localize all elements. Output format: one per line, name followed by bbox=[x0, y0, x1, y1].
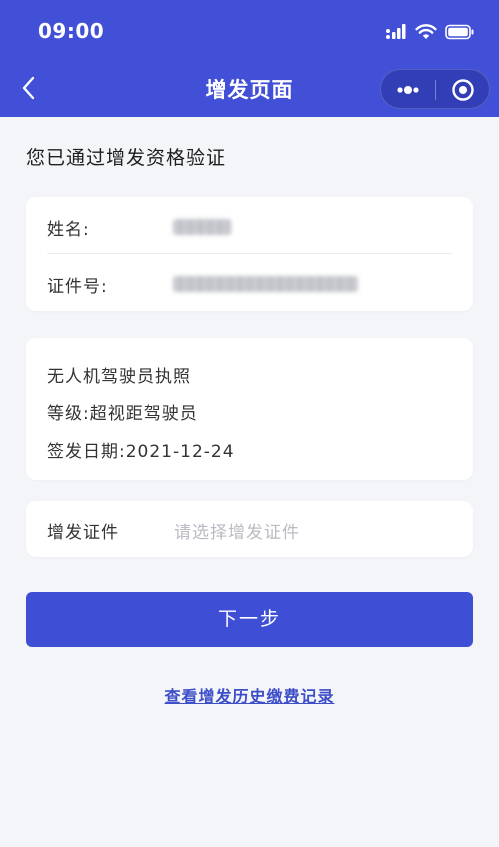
header-bar: 09:00 增发页面 bbox=[0, 0, 499, 117]
status-icons bbox=[385, 20, 475, 44]
more-dots-icon bbox=[397, 86, 419, 94]
verification-heading: 您已通过增发资格验证 bbox=[26, 147, 227, 169]
more-button[interactable] bbox=[381, 70, 435, 110]
battery-icon bbox=[445, 24, 474, 40]
status-time: 09:00 bbox=[38, 19, 105, 43]
mini-program-capsule bbox=[380, 69, 490, 109]
license-info-card: 无人机驾驶员执照 等级:超视距驾驶员 签发日期:2021-12-24 bbox=[26, 338, 473, 480]
close-button[interactable] bbox=[436, 70, 491, 110]
license-title: 无人机驾驶员执照 bbox=[47, 367, 191, 387]
target-close-icon bbox=[452, 79, 474, 101]
select-placeholder[interactable]: 请选择增发证件 bbox=[174, 518, 300, 543]
id-number-value-redacted bbox=[173, 276, 358, 292]
select-label: 增发证件 bbox=[47, 523, 119, 543]
id-number-label: 证件号: bbox=[47, 277, 108, 297]
name-label: 姓名: bbox=[47, 220, 90, 240]
license-level: 等级:超视距驾驶员 bbox=[47, 404, 198, 424]
row-divider bbox=[47, 253, 452, 254]
payment-history-link[interactable]: 查看增发历史缴费记录 bbox=[0, 683, 499, 707]
additional-license-select[interactable]: 增发证件 请选择增发证件 bbox=[26, 501, 473, 557]
next-step-button[interactable]: 下一步 bbox=[26, 592, 473, 647]
identity-card: 姓名: 证件号: bbox=[26, 197, 473, 311]
cellular-signal-icon bbox=[386, 24, 406, 39]
name-value-redacted bbox=[173, 219, 231, 235]
license-issue-date: 签发日期:2021-12-24 bbox=[47, 442, 235, 462]
wifi-icon bbox=[415, 24, 437, 39]
